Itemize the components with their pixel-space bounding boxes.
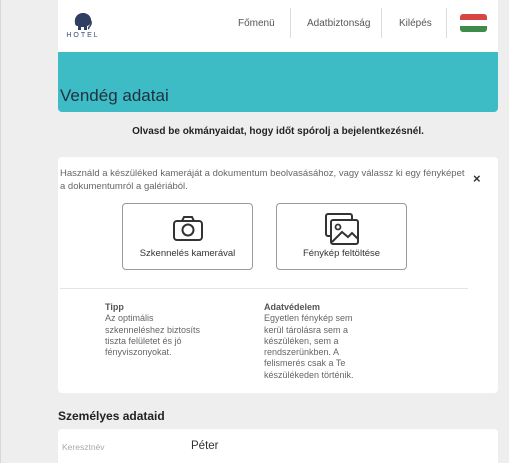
flag-stripe-green (460, 26, 487, 32)
page-banner: Vendég adatai (58, 52, 498, 112)
nav-data-security-label[interactable]: Adatbiztonság (307, 18, 370, 29)
tip-title: Tipp (105, 302, 124, 312)
nav-main-menu-label[interactable]: Főmenü (238, 18, 275, 29)
hotel-logo[interactable]: HOTEL (66, 11, 100, 41)
nav-divider (446, 8, 447, 38)
header: HOTEL Főmenü Adatbiztonság Kilépés (58, 0, 498, 52)
first-name-value[interactable]: Péter (191, 440, 219, 452)
instruction-text: Olvasd be okmányaidat, hogy időt spórolj… (132, 126, 424, 137)
scan-description: Használd a készüléked kameráját a dokume… (60, 168, 465, 192)
scan-with-camera-button[interactable]: Szkennelés kamerával (122, 203, 253, 270)
nav-divider (381, 8, 382, 38)
upload-photo-label: Fénykép feltöltése (302, 248, 381, 259)
image-gallery-icon (277, 212, 406, 246)
nav-item-main-menu[interactable]: Főmenü (238, 0, 275, 46)
privacy-text: Egyetlen fénykép sem kerül tárolásra sem… (264, 313, 354, 380)
upload-photo-button[interactable]: Fénykép feltöltése (276, 203, 407, 270)
page-title: Vendég adatai (60, 86, 169, 105)
nav-item-data-security[interactable]: Adatbiztonság (307, 0, 370, 46)
nav-item-logout[interactable]: Kilépés (399, 0, 432, 46)
close-icon[interactable]: × (473, 171, 481, 186)
privacy-title: Adatvédelem (264, 302, 321, 312)
elephant-logo-icon (74, 13, 92, 30)
personal-data-heading: Személyes adataid (58, 409, 165, 423)
first-name-field[interactable]: Keresztnév Péter (58, 429, 498, 463)
scan-with-camera-label: Szkennelés kamerával (139, 248, 236, 259)
first-name-label: Keresztnév (62, 442, 105, 452)
tip-text: Az optimális szkenneléshez biztosíts tis… (105, 313, 201, 358)
card-divider (60, 288, 468, 289)
tip-block: Tipp Az optimális szkenneléshez biztosít… (105, 302, 215, 358)
privacy-block: Adatvédelem Egyetlen fénykép sem kerül t… (264, 302, 374, 381)
logo-text: HOTEL (66, 32, 100, 39)
nav-logout-label[interactable]: Kilépés (399, 18, 432, 29)
nav-divider (290, 8, 291, 38)
page: HOTEL Főmenü Adatbiztonság Kilépés Vendé… (0, 0, 509, 463)
hungarian-flag-icon[interactable] (460, 14, 487, 32)
document-scan-card: Használd a készüléked kameráját a dokume… (58, 157, 498, 393)
camera-icon (123, 214, 252, 242)
